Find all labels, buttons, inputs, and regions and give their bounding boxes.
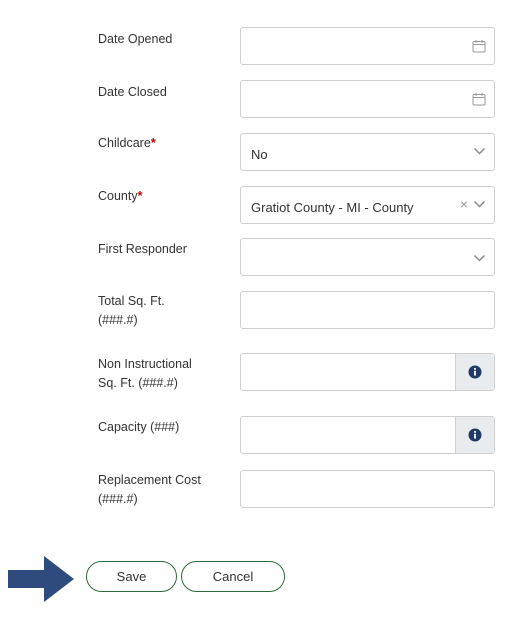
non-instructional-label-line1: Non Instructional bbox=[98, 357, 192, 371]
first-responder-label-text: First Responder bbox=[98, 242, 187, 256]
chevron-down-icon[interactable] bbox=[473, 147, 486, 156]
required-marker: * bbox=[137, 189, 143, 203]
total-sqft-label-line2: (###.#) bbox=[98, 313, 138, 327]
capacity-input[interactable] bbox=[240, 416, 495, 454]
total-sqft-label-line1: Total Sq. Ft. bbox=[98, 294, 165, 308]
total-sqft-label: Total Sq. Ft. (###.#) bbox=[98, 292, 228, 330]
childcare-select[interactable]: No bbox=[240, 133, 495, 171]
first-responder-label: First Responder bbox=[98, 240, 228, 259]
calendar-icon[interactable] bbox=[472, 92, 486, 106]
close-icon[interactable]: × bbox=[460, 196, 468, 212]
county-select[interactable]: Gratiot County - MI - County × bbox=[240, 186, 495, 224]
non-instructional-label-line2: Sq. Ft. (###.#) bbox=[98, 376, 178, 390]
cancel-button[interactable]: Cancel bbox=[181, 561, 285, 592]
info-addon[interactable] bbox=[455, 354, 494, 390]
chevron-down-icon[interactable] bbox=[473, 254, 486, 263]
info-addon[interactable] bbox=[455, 417, 494, 453]
info-icon[interactable] bbox=[468, 428, 482, 442]
capacity-label-text: Capacity (###) bbox=[98, 420, 180, 434]
save-button[interactable]: Save bbox=[86, 561, 177, 592]
date-closed-label-text: Date Closed bbox=[98, 85, 167, 99]
replacement-cost-label-line2: (###.#) bbox=[98, 492, 138, 506]
county-label: County* bbox=[98, 187, 228, 206]
required-marker: * bbox=[150, 136, 156, 150]
total-sqft-input[interactable] bbox=[240, 291, 495, 329]
replacement-cost-label: Replacement Cost (###.#) bbox=[98, 471, 228, 509]
chevron-down-icon[interactable] bbox=[473, 200, 486, 209]
non-instructional-input[interactable] bbox=[240, 353, 495, 391]
date-opened-field[interactable] bbox=[240, 27, 495, 65]
date-opened-label-text: Date Opened bbox=[98, 32, 173, 46]
non-instructional-label: Non Instructional Sq. Ft. (###.#) bbox=[98, 355, 228, 393]
replacement-cost-label-line1: Replacement Cost bbox=[98, 473, 201, 487]
date-opened-label: Date Opened bbox=[98, 30, 228, 49]
arrow-right-icon bbox=[8, 556, 74, 602]
childcare-value: No bbox=[251, 147, 268, 162]
date-closed-field[interactable] bbox=[240, 80, 495, 118]
facility-form: Date Opened Date Closed Childcare* No Co… bbox=[0, 0, 524, 617]
childcare-label-text: Childcare bbox=[98, 136, 151, 150]
date-closed-label: Date Closed bbox=[98, 83, 228, 102]
county-value: Gratiot County - MI - County bbox=[251, 200, 414, 215]
info-icon[interactable] bbox=[468, 365, 482, 379]
first-responder-select[interactable] bbox=[240, 238, 495, 276]
county-label-text: County bbox=[98, 189, 138, 203]
replacement-cost-input[interactable] bbox=[240, 470, 495, 508]
calendar-icon[interactable] bbox=[472, 39, 486, 53]
childcare-label: Childcare* bbox=[98, 134, 228, 153]
capacity-label: Capacity (###) bbox=[98, 418, 228, 437]
